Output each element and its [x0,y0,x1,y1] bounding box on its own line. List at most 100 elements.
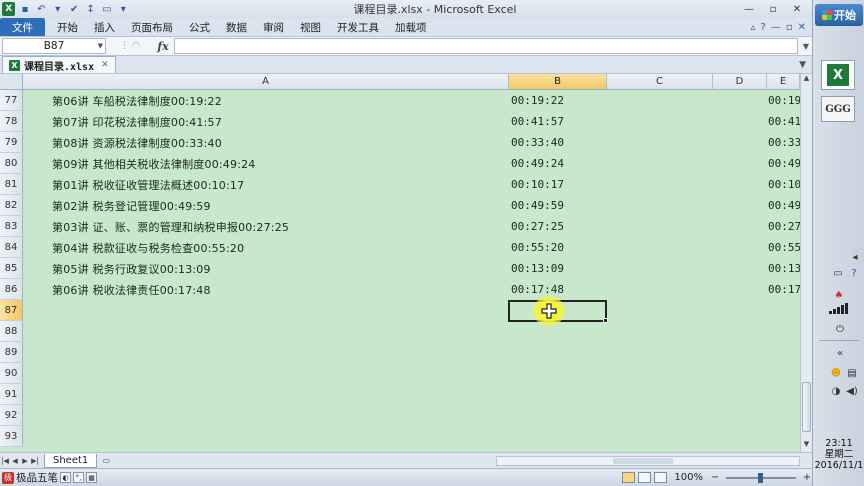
row-header[interactable]: 82 [0,195,23,216]
cell-b[interactable]: 00:10:17 [511,174,564,195]
zoom-slider[interactable] [726,472,796,483]
insert-sheet-icon[interactable]: ▭ [99,455,113,467]
cell-e[interactable]: 00:33 [768,132,801,153]
tab-home[interactable]: 开始 [49,18,86,36]
cell-b[interactable]: 00:13:09 [511,258,564,279]
row-header[interactable]: 85 [0,258,23,279]
tab-add-ins[interactable]: 加载项 [387,18,435,36]
tab-page-layout[interactable]: 页面布局 [123,18,181,36]
undo-icon[interactable]: ↶ [35,2,48,16]
formula-input[interactable] [174,38,798,54]
cell-e[interactable]: 00:17 [768,279,801,300]
cell-b[interactable]: 00:49:59 [511,195,564,216]
cell-a[interactable]: 第04讲 税款征收与税务检查00:55:20 [52,237,244,258]
fill-handle[interactable] [603,318,608,323]
column-header-b[interactable]: B [509,74,607,90]
cell-b[interactable]: 00:55:20 [511,237,564,258]
column-header-c[interactable]: C [607,74,713,90]
tab-insert[interactable]: 插入 [86,18,123,36]
cell-a[interactable]: 第07讲 印花税法律制度00:41:57 [52,111,222,132]
name-box[interactable]: B87 ▼ [2,38,106,54]
zoom-level[interactable]: 100% [674,472,703,483]
cell-b[interactable]: 00:27:25 [511,216,564,237]
scroll-up-icon[interactable]: ▲ [801,74,812,86]
ime-logo-icon[interactable]: 极 [2,471,14,484]
workbook-tab[interactable]: X 课程目录.xlsx ✕ [2,56,116,73]
ime-name[interactable]: 极品五笔 [16,470,58,485]
tray-qq-icon[interactable]: ☻ [829,366,843,380]
prev-sheet-icon[interactable]: ◀ [10,457,20,465]
tray-app-icon[interactable]: ♠ [832,288,846,302]
row-header[interactable]: 89 [0,342,23,363]
cell-e[interactable]: 00:19 [768,90,801,111]
row-header[interactable]: 78 [0,111,23,132]
cell-a[interactable]: 第06讲 车船税法律制度00:19:22 [52,90,222,111]
customize-qat-icon[interactable]: ▾ [117,2,130,16]
workbook-list-dropdown-icon[interactable]: ▼ [799,60,812,70]
row-header[interactable]: 90 [0,363,23,384]
taskbar-excel-button[interactable]: X [821,60,855,90]
row-header[interactable]: 87 [0,300,23,321]
row-header[interactable]: 86 [0,279,23,300]
last-sheet-icon[interactable]: ▶| [30,457,40,465]
doc-restore-icon[interactable]: ▫ [786,22,793,33]
spreadsheet-grid[interactable]: A B C D E 77 第06讲 车船税法律制度00:19:22 00:19:22… [0,74,812,452]
tray-power-icon[interactable]: ⏻ [833,322,847,336]
undo-dropdown-icon[interactable]: ▾ [51,2,64,16]
sheet-tab-sheet1[interactable]: Sheet1 [44,453,98,468]
cell-a[interactable]: 第02讲 税务登记管理00:49:59 [52,195,211,216]
column-header-e[interactable]: E [767,74,800,90]
cell-b[interactable]: 00:33:40 [511,132,564,153]
doc-close-icon[interactable]: ✕ [798,22,806,33]
row-header[interactable]: 79 [0,132,23,153]
tab-formulas[interactable]: 公式 [181,18,218,36]
row-header[interactable]: 84 [0,237,23,258]
workbook-close-icon[interactable]: ✕ [101,60,109,70]
ime-punct-icon[interactable]: °, [73,472,84,483]
maximize-icon[interactable]: ▫ [764,2,782,16]
vertical-scroll-thumb[interactable] [802,382,811,432]
normal-view-icon[interactable] [622,472,636,483]
cell-a[interactable]: 第03讲 证、账、票的管理和纳税申报00:27:25 [52,216,289,237]
tab-file[interactable]: 文件 [0,18,45,36]
row-header[interactable]: 77 [0,90,23,111]
next-sheet-icon[interactable]: ▶ [20,457,30,465]
cell-e[interactable]: 00:49 [768,153,801,174]
tab-data[interactable]: 数据 [218,18,255,36]
expand-formula-bar-icon[interactable]: ▼ [800,42,812,51]
ime-moon-icon[interactable]: ◐ [60,472,71,483]
horizontal-scroll-thumb[interactable] [613,458,673,464]
insert-function-icon[interactable]: fx [154,40,172,53]
sort-icon[interactable]: ↕ [84,2,97,16]
minimize-icon[interactable]: — [740,2,758,16]
name-box-dropdown-icon[interactable]: ▼ [98,42,103,50]
column-header-d[interactable]: D [713,74,767,90]
signal-strength-icon[interactable] [829,302,851,314]
cell-a[interactable]: 第09讲 其他相关税收法律制度00:49:24 [52,153,256,174]
doc-minimize-icon[interactable]: — [771,22,781,33]
excel-logo-icon[interactable]: X [2,2,16,16]
tab-review[interactable]: 审阅 [255,18,292,36]
cell-b[interactable]: 00:49:24 [511,153,564,174]
check-icon[interactable]: ✔ [68,2,81,16]
zoom-slider-knob[interactable] [758,472,763,483]
horizontal-scrollbar[interactable] [496,456,800,466]
select-all-corner[interactable] [0,74,23,90]
tab-view[interactable]: 视图 [292,18,329,36]
tray-show-hidden-icon[interactable]: « [833,346,847,360]
row-header[interactable]: 92 [0,405,23,426]
row-header[interactable]: 80 [0,153,23,174]
cell-e[interactable]: 00:41 [768,111,801,132]
expand-ribbon-icon[interactable]: ▵ [750,22,755,33]
help-icon[interactable]: ? [761,22,766,33]
cell-a[interactable]: 第01讲 税收征收管理法概述00:10:17 [52,174,244,195]
row-header[interactable]: 83 [0,216,23,237]
row-header[interactable]: 81 [0,174,23,195]
zoom-out-icon[interactable]: − [710,472,720,483]
row-header[interactable]: 91 [0,384,23,405]
first-sheet-icon[interactable]: |◀ [0,457,10,465]
row-header[interactable]: 93 [0,426,23,447]
ime-keyboard-icon[interactable]: ▦ [86,472,97,483]
cell-a[interactable]: 第05讲 税务行政复议00:13:09 [52,258,211,279]
column-header-a[interactable]: A [23,74,509,90]
